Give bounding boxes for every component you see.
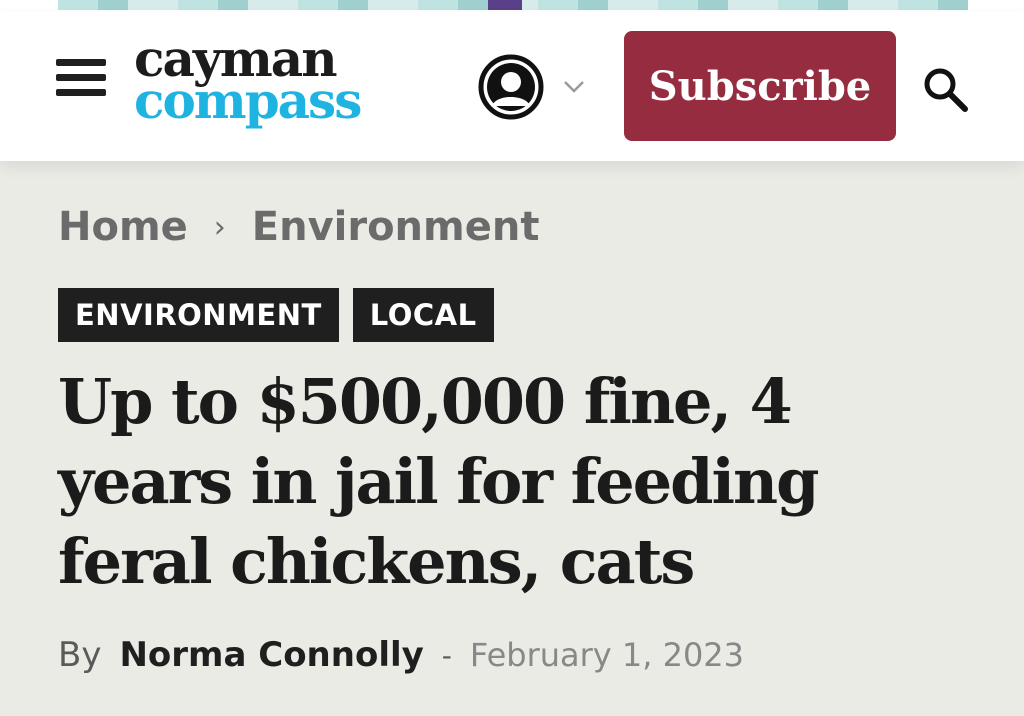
chevron-down-icon[interactable] — [562, 76, 586, 96]
account-menu[interactable] — [478, 54, 598, 120]
breadcrumb: Home › Environment — [58, 202, 539, 252]
subscribe-button[interactable]: Subscribe — [624, 31, 896, 141]
search-icon[interactable] — [920, 64, 970, 114]
breadcrumb-separator: › — [213, 209, 226, 245]
author-link[interactable]: Norma Connolly — [119, 635, 423, 675]
ad-banner-accent — [488, 0, 522, 10]
logo-line-2: compass — [134, 71, 362, 130]
tag-environment[interactable]: ENVIRONMENT — [58, 288, 339, 342]
menu-bar — [56, 59, 106, 66]
breadcrumb-environment-link[interactable]: Environment — [252, 204, 540, 250]
byline-by-label: By — [58, 635, 102, 675]
site-logo[interactable]: cayman compass — [134, 34, 384, 144]
menu-bar — [56, 89, 106, 96]
article-headline: Up to $500,000 fine, 4 years in jail for… — [58, 365, 819, 598]
top-ad-strip[interactable] — [0, 0, 1024, 12]
hamburger-menu-icon[interactable] — [56, 56, 106, 100]
publish-date: February 1, 2023 — [469, 636, 745, 674]
category-tags: ENVIRONMENT LOCAL — [58, 288, 494, 342]
user-account-icon[interactable] — [478, 54, 544, 120]
menu-bar — [56, 74, 106, 81]
tag-local[interactable]: LOCAL — [352, 288, 494, 342]
breadcrumb-home-link[interactable]: Home — [58, 204, 188, 250]
site-header: cayman compass Subscribe — [0, 12, 1024, 161]
article-byline: By Norma Connolly - February 1, 2023 — [58, 630, 744, 680]
byline-separator: - — [441, 638, 452, 672]
